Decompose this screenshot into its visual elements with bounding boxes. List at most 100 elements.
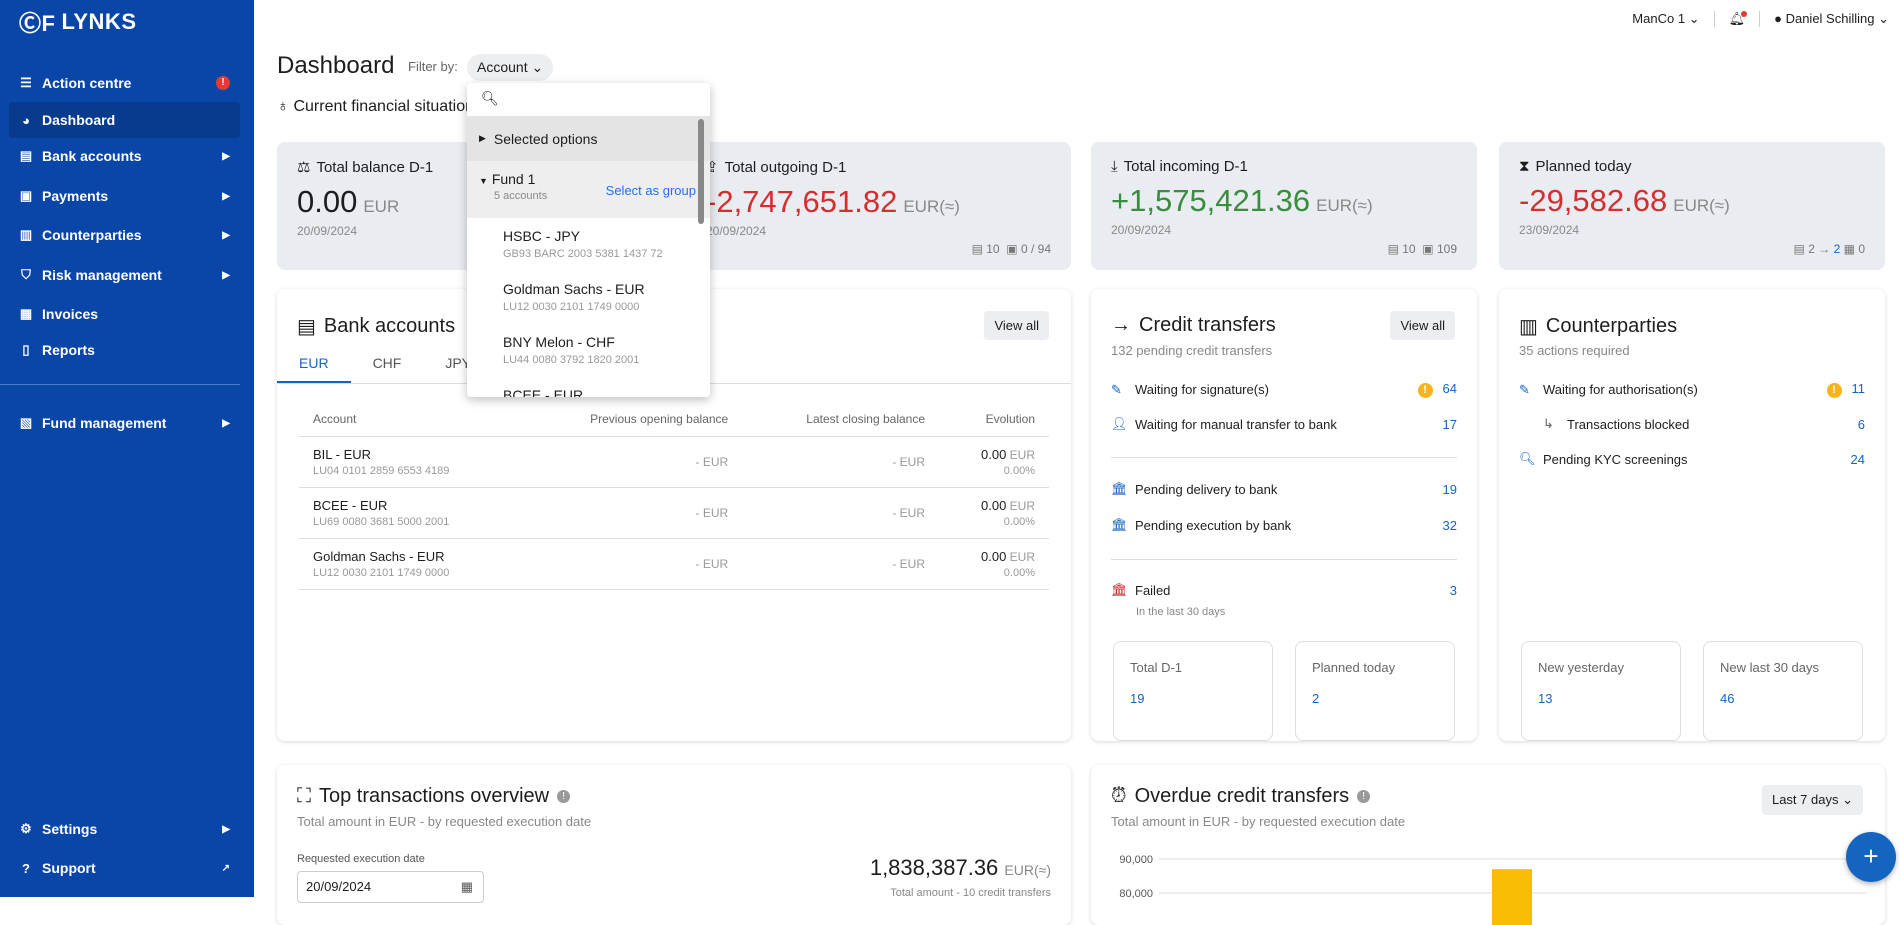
new-yesterday-tile[interactable]: New yesterday 13 xyxy=(1521,641,1681,741)
sidebar-divider xyxy=(0,384,240,385)
add-fab-button[interactable]: + xyxy=(1846,832,1896,882)
warning-icon: ! xyxy=(1826,383,1842,398)
sidebar-item-action-centre[interactable]: ☰ Action centre! xyxy=(9,65,240,101)
stat-total-outgoing: ⇪ Total outgoing D-1 -2,747,651.82 EUR(≈) … xyxy=(686,142,1071,270)
list-item[interactable]: ↳ Transactions blocked 6 xyxy=(1519,416,1865,432)
filter-label: Filter by: xyxy=(408,59,458,74)
caret-right-icon: ▶ xyxy=(222,150,230,162)
sidebar-item-risk-management[interactable]: ⛉ Risk management ▶ xyxy=(9,257,240,293)
payments-icon: ▣ xyxy=(1422,242,1434,256)
stat-total-incoming: ⤓ Total incoming D-1 +1,575,421.36 EUR(≈) … xyxy=(1091,142,1477,270)
payments-icon: ▣ xyxy=(19,188,33,203)
y-tick-label: 80,000 xyxy=(1119,888,1153,900)
sidebar-item-counterparties[interactable]: ▥ Counterparties ▶ xyxy=(9,217,240,253)
external-link-icon: ↗ xyxy=(221,862,230,874)
bank-failed-icon: 🏛︎ xyxy=(1111,582,1128,597)
account-filter-menu: 🔍︎ ▶ Selected options ▼ Fund 15 accounts S… xyxy=(467,83,710,397)
top-transactions-total: 1,838,387.36 EUR(≈) xyxy=(869,855,1051,880)
dropdown-option[interactable]: Goldman Sachs - EUR LU12 0030 2101 1749 0… xyxy=(467,271,710,324)
caret-right-icon: ▶ xyxy=(222,823,230,835)
user-menu[interactable]: ● Daniel Schilling ⌄ xyxy=(1774,11,1889,27)
bank-card-icon: ▤ xyxy=(971,242,983,256)
search-icon: 🔍︎ xyxy=(481,90,499,106)
warning-icon: ! xyxy=(1417,383,1433,398)
dashboard-icon: ◕ xyxy=(22,112,30,128)
building-icon: ▥ xyxy=(1519,316,1538,338)
sidebar-item-fund-management[interactable]: ▧ Fund management ▶ xyxy=(9,405,240,441)
stat-planned-today: ⧗ Planned today -29,582.68 EUR(≈) 23/09/20… xyxy=(1499,142,1885,270)
divider xyxy=(1111,457,1457,458)
sidebar-item-payments[interactable]: ▣ Payments ▶ xyxy=(9,178,240,214)
dropdown-search-input[interactable]: 🔍︎ xyxy=(467,83,710,116)
calendar-icon[interactable]: ▦ xyxy=(461,879,473,895)
list-item[interactable]: 🏛︎ Pending delivery to bank 19 xyxy=(1111,481,1457,497)
fund-group[interactable]: ▼ Fund 15 accounts Select as group xyxy=(467,161,710,218)
tab-chf[interactable]: CHF xyxy=(351,345,424,383)
list-item[interactable]: ✎ Waiting for authorisation(s)! 11 xyxy=(1519,381,1865,398)
view-all-bank-accounts-button[interactable]: View all xyxy=(984,311,1049,340)
support-icon: ? xyxy=(22,860,30,876)
dropdown-option[interactable]: BCEE - EUR xyxy=(467,377,710,397)
bank-card-icon: ▤ xyxy=(1387,242,1399,256)
list-item[interactable]: ✎ Waiting for signature(s)! 64 xyxy=(1111,381,1457,398)
dropdown-option[interactable]: HSBC - JPY GB93 BARC 2003 5381 1437 72 xyxy=(467,218,710,271)
table-row[interactable]: BIL - EUR LU04 0101 2859 6553 4189- EUR - … xyxy=(299,436,1049,488)
chevron-down-icon: ⌄ xyxy=(531,59,544,75)
user-icon: ● xyxy=(1774,11,1782,26)
filter-dropdown[interactable]: Account ⌄ xyxy=(467,54,554,81)
user-clock-icon: 👤︎ xyxy=(1111,416,1128,431)
sidebar-item-support[interactable]: ? Support ↗ xyxy=(9,850,240,886)
sidebar: ⒸF LYNKS ☰ Action centre! ◕ Dashboard ▤ Bank… xyxy=(0,0,254,897)
planned-today-tile[interactable]: Planned today 2 xyxy=(1295,641,1455,741)
total-d1-tile[interactable]: Total D-1 19 xyxy=(1113,641,1273,741)
select-as-group-link[interactable]: Select as group xyxy=(606,183,696,198)
gear-icon: ⚙ xyxy=(20,821,32,836)
overdue-credit-transfers-card: ⏰︎ Overdue credit transfers! Total amount… xyxy=(1091,765,1885,925)
divider xyxy=(1713,11,1715,27)
list-item[interactable]: 🏛︎ Pending execution by bank 32 xyxy=(1111,517,1457,533)
entity-selector[interactable]: ManCo 1 ⌄ xyxy=(1632,11,1699,27)
bank-card-icon: ▤ xyxy=(19,148,33,163)
view-all-credit-transfers-button[interactable]: View all xyxy=(1390,311,1455,340)
lynks-logo[interactable]: ⒸF LYNKS xyxy=(19,6,137,38)
alert-badge: ! xyxy=(216,76,230,90)
sidebar-item-bank-accounts[interactable]: ▤ Bank accounts ▶ xyxy=(9,138,240,174)
money-bag-icon: ♁ xyxy=(277,98,289,115)
logo-icon: ⒸF xyxy=(19,11,56,36)
signature-icon: ✎ xyxy=(1519,381,1530,397)
dropdown-option[interactable]: BNY Melon - CHF LU44 0080 3792 1820 2001 xyxy=(467,324,710,377)
selected-options-toggle[interactable]: ▶ Selected options xyxy=(467,116,710,161)
sidebar-item-settings[interactable]: ⚙ Settings ▶ xyxy=(9,811,240,847)
arrow-right-icon: → xyxy=(1818,242,1831,256)
new-last-30-days-tile[interactable]: New last 30 days 46 xyxy=(1703,641,1863,741)
caret-right-icon: ▶ xyxy=(222,190,230,202)
table-row[interactable]: BCEE - EUR LU69 0080 3681 5000 2001- EUR -… xyxy=(299,487,1049,539)
sidebar-item-dashboard[interactable]: ◕ Dashboard xyxy=(9,102,240,138)
scale-icon: ⚖ xyxy=(297,159,311,176)
caret-right-icon: ▶ xyxy=(222,229,230,241)
calendar-icon: ▦ xyxy=(1843,242,1855,256)
bar[interactable] xyxy=(1492,869,1532,925)
sidebar-item-invoices[interactable]: ▦ Invoices xyxy=(9,296,240,332)
list-item[interactable]: 🏛︎ Failed 3 xyxy=(1111,582,1457,598)
table-row[interactable]: Goldman Sachs - EUR LU12 0030 2101 1749 0… xyxy=(299,538,1049,590)
chevron-down-icon: ⌄ xyxy=(1688,11,1700,26)
sidebar-item-reports[interactable]: ▯ Reports xyxy=(9,332,240,368)
hourglass-icon: ⧗ xyxy=(1519,158,1530,175)
tab-eur[interactable]: EUR xyxy=(277,345,351,383)
list-item[interactable]: 🔍︎ Pending KYC screenings 24 xyxy=(1519,451,1865,467)
bell-icon[interactable]: 🔔︎ xyxy=(1729,11,1748,27)
scrollbar[interactable] xyxy=(698,119,704,224)
signature-icon: ✎ xyxy=(1111,381,1122,397)
info-icon[interactable]: ! xyxy=(557,790,571,803)
section-title: ♁ Current financial situation xyxy=(277,98,474,115)
caret-right-icon: ▶ xyxy=(479,133,486,143)
execution-date-input[interactable]: 20/09/2024 ▦ xyxy=(297,871,484,903)
bank-accounts-table: Account Previous opening balance Latest cl… xyxy=(299,404,1049,590)
list-item[interactable]: 👤︎ Waiting for manual transfer to bank 17 xyxy=(1111,416,1457,432)
page-title: Dashboard xyxy=(277,52,395,79)
divider xyxy=(1759,11,1761,27)
caret-down-icon: ▼ xyxy=(479,176,488,186)
fund-icon: ▧ xyxy=(19,415,33,430)
bank-card-icon: ▤ xyxy=(1793,242,1805,256)
